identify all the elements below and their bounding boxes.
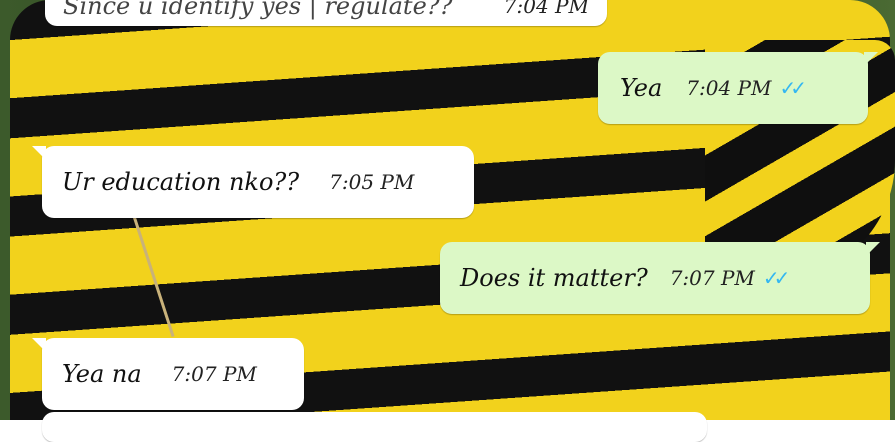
message-time: 7:04 PM <box>503 0 589 18</box>
message-text: Does it matter? <box>460 264 648 292</box>
message-bubble-incoming[interactable]: Yea na 7:07 PM <box>32 338 304 410</box>
read-ticks-icon: ✓✓ <box>762 266 790 290</box>
message-bubble-outgoing[interactable]: Yea 7:04 PM ✓✓ <box>598 52 878 124</box>
bubble-tail <box>864 52 878 66</box>
message-text: Yea na <box>62 360 142 388</box>
message-time: 7:07 PM <box>669 266 755 290</box>
message-bubble-incoming[interactable]: Ur education nko?? 7:05 PM <box>32 146 474 218</box>
message-time: 7:07 PM <box>171 362 257 386</box>
message-time: 7:04 PM <box>686 76 772 100</box>
bubble-tail <box>32 146 46 160</box>
bubble-tail <box>32 338 46 352</box>
bubble-tail <box>866 242 880 256</box>
message-text: Ur education nko?? <box>62 168 300 196</box>
message-time: 7:05 PM <box>329 170 415 194</box>
message-bubble-outgoing[interactable]: Does it matter? 7:07 PM ✓✓ <box>440 242 880 314</box>
message-bubble-incoming[interactable]: Since u identify yes | regulate?? 7:04 P… <box>45 0 607 26</box>
read-ticks-icon: ✓✓ <box>779 76 807 100</box>
message-bubble-incoming[interactable] <box>42 412 707 442</box>
message-text: Since u identify yes | regulate?? <box>63 0 453 20</box>
message-text: Yea <box>620 74 663 102</box>
